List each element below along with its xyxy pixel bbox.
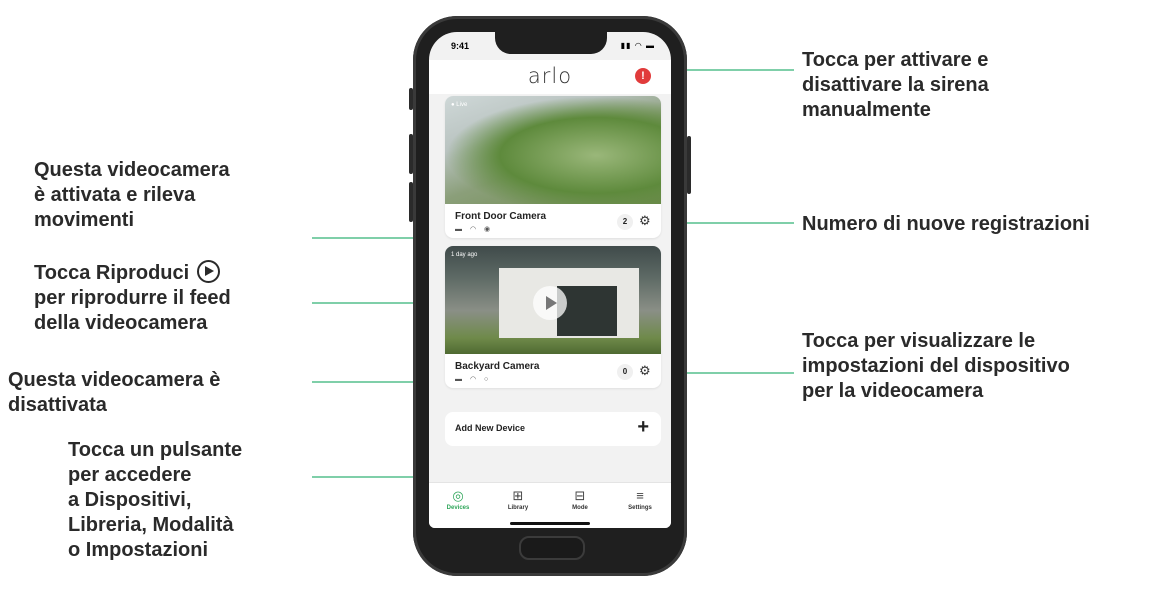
gear-icon[interactable]: ⚙: [639, 213, 651, 229]
callout-play: Tocca Riproduci per riprodurre il feed d…: [34, 260, 231, 334]
callout-disarmed: Questa videocamera è disattivata: [8, 369, 221, 416]
tab-label: Devices: [446, 505, 470, 511]
callout-settings: Tocca per visualizzare le impostazioni d…: [802, 330, 1070, 402]
phone-screen: 9:41 ▮▮ ◠ ▬ arlo ! ● Live Front Door Cam…: [429, 32, 671, 528]
mode-icon: ⊟: [574, 488, 586, 503]
status-time: 9:41: [451, 41, 470, 51]
phone-volume-down: [409, 182, 413, 222]
siren-icon[interactable]: !: [635, 68, 651, 84]
phone-home-button: [519, 536, 585, 560]
plus-icon[interactable]: +: [637, 416, 649, 439]
add-new-device-card[interactable]: Add New Device +: [445, 412, 661, 446]
add-new-device-label: Add New Device: [455, 423, 526, 433]
camera-name: Front Door Camera: [455, 211, 547, 222]
signal-wifi-battery-icon: ▮▮ ◠ ▬: [620, 41, 655, 50]
home-indicator: [510, 522, 590, 525]
tab-library[interactable]: ⊞ Library: [493, 488, 543, 511]
recordings-count-badge[interactable]: 2: [617, 214, 633, 230]
live-badge: ● Live: [451, 102, 468, 108]
camera-feed-thumbnail[interactable]: ● Live: [445, 96, 661, 204]
sliding-door: [557, 286, 617, 336]
camera-feed-thumbnail[interactable]: 1 day ago: [445, 246, 661, 354]
tab-label: Settings: [628, 505, 652, 511]
callout-armed: Questa videocamera è attivata e rileva m…: [34, 159, 230, 231]
devices-icon: ◎: [452, 488, 464, 503]
tab-devices[interactable]: ◎ Devices: [433, 488, 483, 511]
tab-label: Library: [507, 505, 529, 511]
phone-volume-up: [409, 134, 413, 174]
recordings-count-badge[interactable]: 0: [617, 364, 633, 380]
play-circle-icon: [196, 260, 220, 283]
callout-nav: Tocca un pulsante per accedere a Disposi…: [68, 439, 243, 561]
phone-side-button: [409, 88, 413, 110]
gear-icon[interactable]: ⚙: [639, 363, 651, 379]
camera-card-backyard[interactable]: 1 day ago Backyard Camera ▬ ◠ ○ 0 ⚙: [445, 246, 661, 388]
tab-mode[interactable]: ⊟ Mode: [555, 488, 605, 511]
tab-settings[interactable]: ≡ Settings: [615, 488, 665, 511]
settings-menu-icon: ≡: [636, 488, 644, 503]
app-header: arlo !: [429, 60, 671, 94]
callout-recordings: Numero di nuove registrazioni: [802, 213, 1090, 235]
camera-status-icons: ▬ ◠ ◉: [455, 226, 494, 233]
camera-name: Backyard Camera: [455, 361, 540, 372]
library-icon: ⊞: [512, 488, 524, 503]
camera-status-icons: ▬ ◠ ○: [455, 376, 492, 383]
phone-power-button: [687, 136, 691, 194]
phone-notch: [495, 32, 607, 54]
tab-label: Mode: [572, 505, 588, 511]
last-activity-badge: 1 day ago: [451, 252, 478, 258]
camera-card-front-door[interactable]: ● Live Front Door Camera ▬ ◠ ◉ 2 ⚙: [445, 96, 661, 238]
callout-siren: Tocca per attivare e disattivare la sire…: [802, 49, 989, 121]
play-button-icon[interactable]: [533, 286, 567, 320]
phone-frame: 9:41 ▮▮ ◠ ▬ arlo ! ● Live Front Door Cam…: [409, 16, 691, 576]
